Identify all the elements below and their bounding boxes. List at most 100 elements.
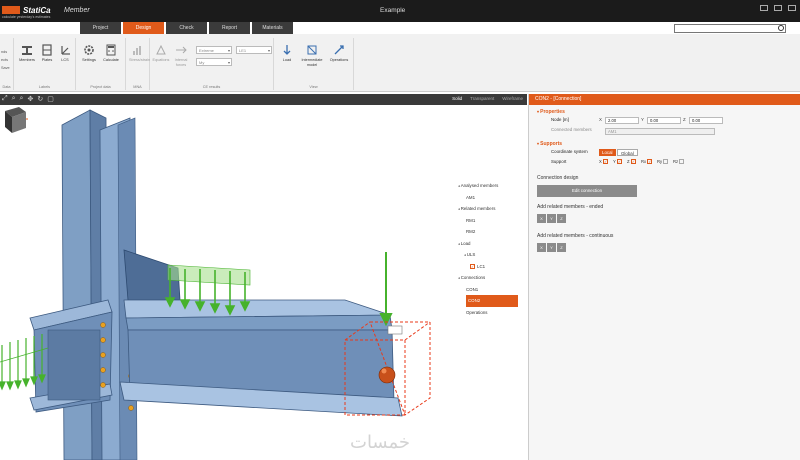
add-continuous-y-button[interactable]: Y — [547, 243, 556, 252]
tree-con2[interactable]: CON2 — [466, 295, 518, 307]
add-continuous-z-button[interactable]: Z — [557, 243, 566, 252]
add-continuous-x-button[interactable]: X — [537, 243, 546, 252]
tree-load[interactable]: Load — [458, 238, 527, 250]
add-continuous-buttons: X Y Z — [537, 243, 800, 252]
group-label-ce-results: CE results — [202, 85, 221, 89]
search-input[interactable] — [674, 24, 786, 33]
lcs-icon — [59, 44, 71, 56]
add-ended-z-button[interactable]: Z — [557, 214, 566, 223]
calculator-icon — [105, 44, 117, 56]
search-icon[interactable] — [778, 25, 784, 31]
zoom-icon[interactable]: ⌕ — [12, 95, 16, 103]
add-continuous-label: Add related members - continuous — [537, 233, 614, 239]
view-cube-icon[interactable] — [0, 105, 28, 135]
app-logo: StatiCa — [2, 5, 51, 15]
mode-transparent[interactable]: Transparent — [470, 96, 494, 101]
tab-check[interactable]: Check — [166, 22, 207, 34]
panel-header: CON2 - [Connection] — [529, 94, 800, 105]
add-ended-buttons: X Y Z — [537, 214, 800, 223]
support-x[interactable]: X ✓ — [599, 157, 610, 167]
node-z-field[interactable]: 0.00 — [689, 117, 723, 124]
tree-rm2[interactable]: RM2 — [458, 226, 527, 238]
close-icon[interactable] — [788, 5, 796, 11]
point-load-arrow[interactable] — [379, 252, 393, 327]
ribbon-group-mna: Stress/strain MNA — [126, 38, 150, 90]
operations-button[interactable]: Operations — [328, 44, 350, 63]
column-flange-back[interactable] — [61, 109, 93, 460]
intermediate-model-button[interactable]: Intermediate model — [300, 44, 324, 67]
calculate-button[interactable]: Calculate — [102, 44, 120, 63]
settings-button[interactable]: Settings — [80, 44, 98, 63]
support-ry[interactable]: Ry ✓ — [657, 157, 670, 167]
maximize-icon[interactable] — [774, 5, 782, 11]
pan-icon[interactable]: ✥ — [27, 95, 33, 103]
tab-materials[interactable]: Materials — [252, 22, 293, 34]
tree-operations[interactable]: Operations — [458, 307, 527, 319]
mode-solid[interactable]: Solid — [452, 96, 462, 101]
ribbon-group-labels: Members Plates LCS Labels — [14, 38, 76, 90]
load-arrow-icon — [281, 44, 293, 56]
end-plate-left[interactable] — [47, 329, 101, 401]
chart-icon — [132, 44, 144, 56]
3d-viewport[interactable]: Analysed members AM1 Related members RM1… — [0, 105, 527, 460]
add-ended-x-button[interactable]: X — [537, 214, 546, 223]
support-z[interactable]: Z ✓ — [627, 157, 638, 167]
zoom-fit-icon[interactable]: ⤢ — [2, 95, 8, 103]
stress-strain-button[interactable]: Stress/strain — [129, 44, 150, 63]
tree-connections[interactable]: Connections — [458, 272, 527, 284]
logo-mark — [2, 6, 20, 14]
logo-text: StatiCa — [23, 5, 51, 15]
add-ended-y-button[interactable]: Y — [547, 214, 556, 223]
internal-forces-button[interactable]: Internal forces — [172, 44, 190, 67]
tab-report[interactable]: Report — [209, 22, 250, 34]
node-row: Node [m] X 2.00 Y 0.00 Z 0.00 — [529, 115, 800, 125]
support-row: Support X ✓ Y ✓ Z ✓ Rx ✓ Ry ✓ Rz ✓ — [529, 157, 800, 167]
support-rx[interactable]: Rx ✓ — [641, 157, 654, 167]
component-dropdown[interactable]: My — [196, 58, 232, 66]
zoom-window-icon[interactable]: ⌕ — [20, 95, 24, 103]
lc1-checkbox[interactable]: ✓ — [470, 263, 475, 269]
load-button[interactable]: Load — [278, 44, 296, 63]
mode-wireframe[interactable]: Wireframe — [502, 96, 523, 101]
equations-icon — [155, 44, 167, 56]
ribbon-cut-3[interactable]: Save — [1, 64, 10, 72]
node-y-field[interactable]: 0.00 — [647, 117, 681, 124]
forces-icon — [175, 44, 187, 56]
support-rz[interactable]: Rz ✓ — [673, 157, 686, 167]
plates-button[interactable]: Plates — [38, 44, 56, 63]
tab-design[interactable]: Design — [123, 22, 164, 34]
tree-uls[interactable]: ULS — [458, 249, 527, 261]
ribbon-group-ce-results: Equations Internal forces Extreme My LE1… — [150, 38, 274, 90]
node-x-field[interactable]: 2.00 — [605, 117, 639, 124]
tab-project[interactable]: Project — [80, 22, 121, 34]
tree-am1[interactable]: AM1 — [458, 192, 527, 204]
coord-local-button[interactable]: Local — [599, 149, 616, 156]
tree-related-members[interactable]: Related members — [458, 203, 527, 215]
node-sphere[interactable] — [378, 366, 396, 384]
node-label: Node [m] — [551, 117, 569, 122]
model-icon — [306, 44, 318, 56]
ribbon-cut-2[interactable]: ects — [1, 56, 10, 64]
minimize-icon[interactable] — [760, 5, 768, 11]
tree-con1[interactable]: CON1 — [458, 284, 527, 296]
connected-members-row: Connected members AM1 — [529, 125, 800, 137]
viewport-toolbar: ⤢ ⌕ ⌕ ✥ ↻ ▢ Solid Transparent Wireframe — [0, 94, 527, 105]
edit-connection-button[interactable]: Edit connection — [537, 185, 637, 197]
tree-lc1[interactable]: ✓ LC1 — [458, 261, 527, 273]
extreme-dropdown[interactable]: Extreme — [196, 46, 232, 54]
section-icon[interactable]: ▢ — [47, 95, 54, 103]
support-y[interactable]: Y ✓ — [613, 157, 624, 167]
load-case-dropdown[interactable]: LE1 — [236, 46, 272, 54]
coordinate-system-label: Coordinate system — [551, 149, 588, 154]
coord-global-button[interactable]: Global — [617, 149, 638, 156]
rotate-icon[interactable]: ↻ — [37, 95, 43, 103]
ribbon-cut-1[interactable]: nds — [1, 48, 10, 56]
members-button[interactable]: Members — [18, 44, 36, 63]
group-label-data: Data — [2, 85, 11, 89]
ribbon-group-view: Load Intermediate model Operations View — [274, 38, 354, 90]
equations-button[interactable]: Equations — [152, 44, 170, 63]
lcs-button[interactable]: LCS — [56, 44, 74, 63]
connected-members-label: Connected members — [551, 127, 592, 132]
tree-analysed-members[interactable]: Analysed members — [458, 180, 527, 192]
tree-rm1[interactable]: RM1 — [458, 215, 527, 227]
